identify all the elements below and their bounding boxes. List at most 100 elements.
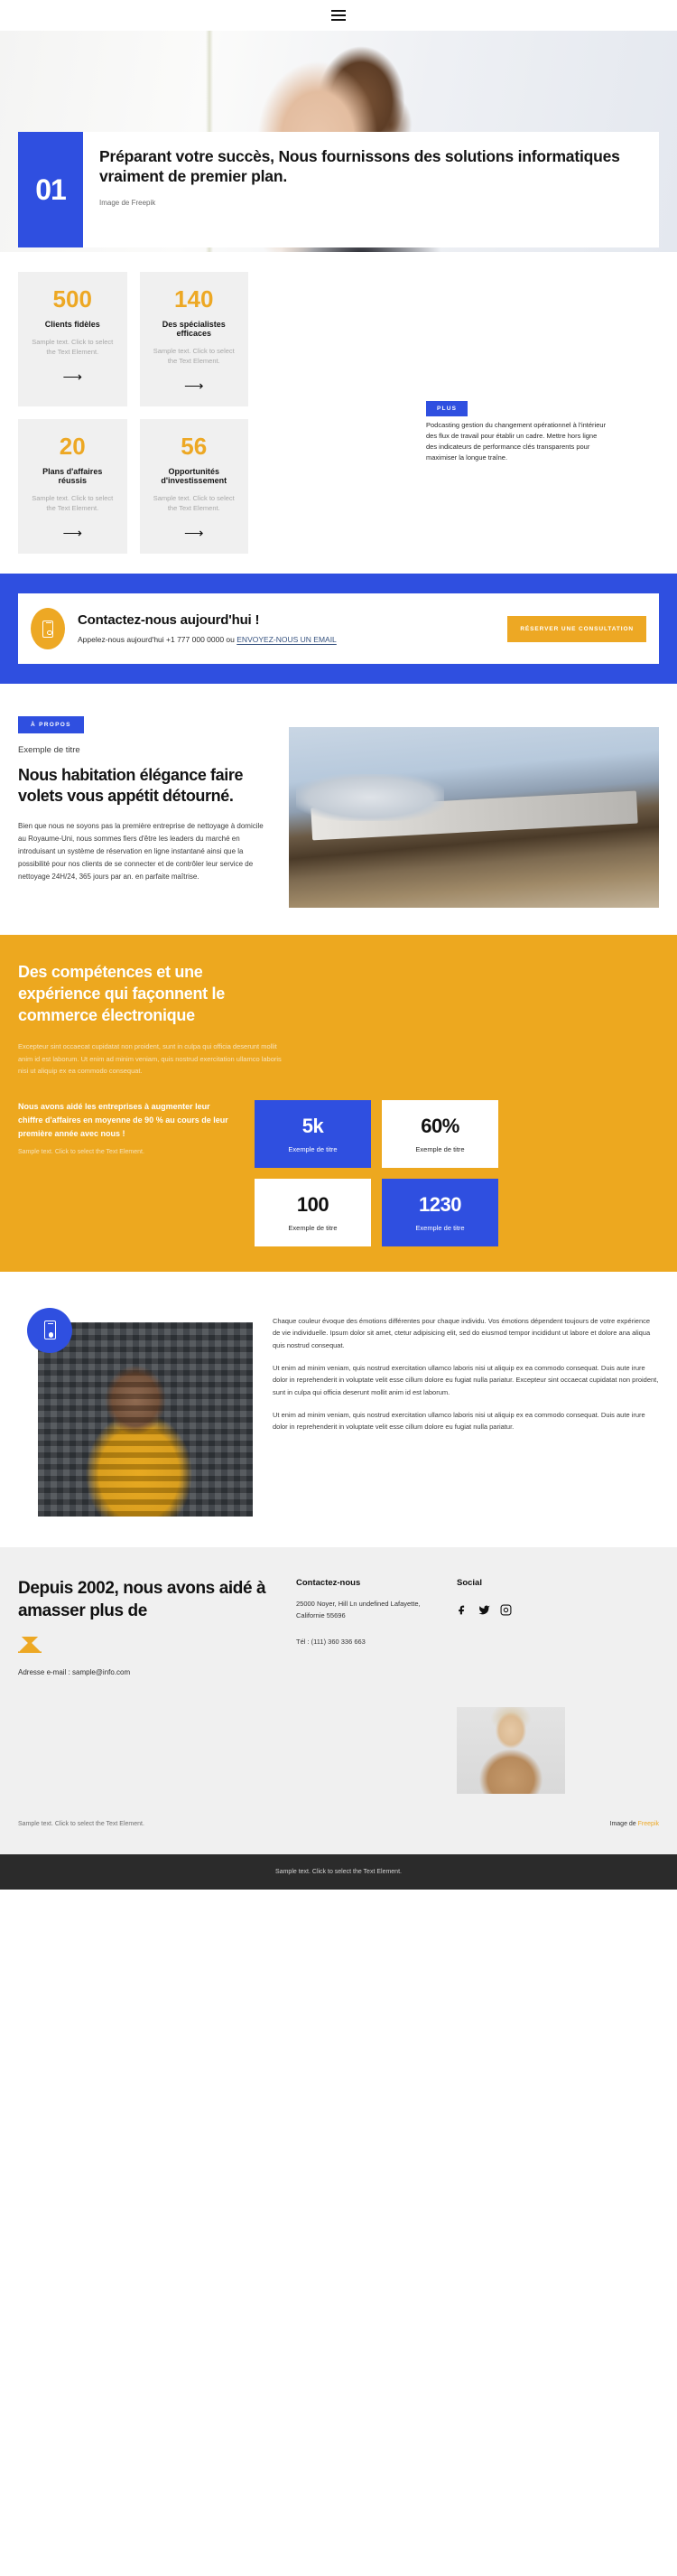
contact-title: Contactez-nous aujourd'hui ! [78,611,260,628]
stat-description: Sample text. Click to select the Text El… [32,337,114,356]
stat-description: Sample text. Click to select the Text El… [153,493,235,512]
footer-title: Depuis 2002, nous avons aidé à amasser p… [18,1578,266,1620]
contact-text-block: Contactez-nous aujourd'hui ! Appelez-nou… [78,612,495,646]
bottom-bar: Sample text. Click to select the Text El… [0,1853,677,1890]
stat-card[interactable]: 140 Des spécialistes efficaces Sample te… [139,272,248,407]
footer-image-credit-prefix: Image de [609,1820,638,1827]
article-paragraph: Chaque couleur évoque des émotions diffé… [273,1316,651,1349]
stat-description: Sample text. Click to select the Text El… [153,346,235,365]
contact-card: Contactez-nous aujourd'hui ! Appelez-nou… [18,593,659,665]
kpi-number: 5k [301,1114,324,1137]
stat-card[interactable]: 56 Opportunités d'investissement Sample … [139,419,248,555]
footer-contact-column: Contactez-nous 25000 Noyer, Hill Ln unde… [296,1578,441,1794]
kpi-number: 1230 [419,1192,461,1216]
kpi-grid: 5k Exemple de titre 60% Exemple de titre… [255,1099,498,1246]
contact-phone-text: Appelez-nous aujourd'hui +1 777 000 0000… [78,634,237,644]
stat-description: Sample text. Click to select the Text El… [32,493,114,512]
hamburger-menu-icon[interactable] [331,7,346,23]
skills-lower-row: Nous avons aidé les entreprises à augmen… [18,1099,659,1246]
stats-section: 500 Clients fidèles Sample text. Click t… [0,252,677,561]
instagram-icon[interactable] [500,1604,512,1620]
kpi-label: Exemple de titre [415,1223,465,1232]
kpi-card[interactable]: 60% Exemple de titre [382,1099,498,1168]
hero-number-badge: 01 [18,132,83,247]
about-badge[interactable]: À PROPOS [18,716,84,734]
about-text-column: À PROPOS Exemple de titre Nous habitatio… [18,714,269,908]
contact-band: Contactez-nous aujourd'hui ! Appelez-nou… [0,574,677,685]
plus-badge[interactable]: PLUS [426,401,468,416]
footer-address: 25000 Noyer, Hill Ln undefined Lafayette… [296,1599,421,1619]
stat-label: Plans d'affaires réussis [42,466,103,485]
freepik-link[interactable]: Freepik [638,1821,659,1827]
top-navigation-bar [0,0,677,31]
footer-bottom-rows: Sample text. Click to select the Text El… [0,1820,677,1854]
plus-text: Podcasting gestion du changement opérati… [426,421,607,462]
hero-section: 01 Préparant votre succès, Nous fourniss… [0,31,677,252]
stat-card[interactable]: 20 Plans d'affaires réussis Sample text.… [18,419,127,555]
article-photo-column [18,1302,253,1517]
hero-text-block: Préparant votre succès, Nous fournissons… [83,132,659,247]
kpi-card[interactable]: 100 Exemple de titre [255,1178,371,1246]
footer-section: Depuis 2002, nous avons aidé à amasser p… [0,1546,677,1821]
kpi-number: 60% [421,1114,459,1137]
article-photo [38,1321,253,1517]
stat-number: 500 [52,285,92,313]
contact-subtitle: Appelez-nous aujourd'hui +1 777 000 0000… [78,634,495,646]
footer-contact-heading: Contactez-nous [296,1577,361,1588]
footer-telephone: Tél : (111) 360 336 663 [296,1638,366,1647]
about-body: Bien que nous ne soyons pas la première … [18,821,264,881]
stat-number: 140 [174,285,214,313]
landing-page: 01 Préparant votre succès, Nous fourniss… [0,0,677,1890]
footer-social-column: Social [457,1578,592,1794]
kpi-label: Exemple de titre [288,1144,338,1153]
facebook-icon[interactable] [457,1604,468,1620]
stat-card[interactable]: 500 Clients fidèles Sample text. Click t… [18,272,127,407]
stat-number: 20 [59,433,86,461]
hero-image-credit: Image de Freepik [99,199,156,208]
stat-number: 56 [181,433,208,461]
kpi-label: Exemple de titre [415,1144,465,1153]
about-photo [289,727,659,909]
skills-body: Excepteur sint occaecat cupidatat non pr… [18,1042,282,1075]
about-eyebrow: Exemple de titre [18,745,80,756]
mobile-phone-icon [27,1307,72,1353]
article-text-column: Chaque couleur évoque des émotions diffé… [273,1302,659,1517]
stat-label: Clients fidèles [44,319,100,329]
footer-sample-note: Sample text. Click to select the Text El… [18,1820,144,1827]
stat-label: Des spécialistes efficaces [162,319,226,338]
kpi-number: 100 [296,1192,329,1216]
skills-pitch-title: Nous avons aidé les entreprises à augmen… [18,1101,228,1138]
hero-card: 01 Préparant votre succès, Nous fourniss… [18,132,659,247]
article-paragraph: Ut enim ad minim veniam, quis nostrud ex… [273,1410,645,1432]
footer-photo [457,1706,565,1794]
social-icons-row [457,1604,592,1620]
twitter-icon[interactable] [478,1604,490,1620]
kpi-label: Exemple de titre [288,1223,338,1232]
skills-pitch: Nous avons aidé les entreprises à augmen… [18,1100,235,1156]
about-title: Nous habitation élégance faire volets vo… [18,766,244,805]
stats-grid: 500 Clients fidèles Sample text. Click t… [18,272,248,555]
footer-main-column: Depuis 2002, nous avons aidé à amasser p… [18,1578,280,1794]
article-section: Chaque couleur évoque des émotions diffé… [0,1272,677,1547]
footer-social-heading: Social [457,1577,482,1588]
arrow-right-icon[interactable]: ⟶ [29,525,116,541]
email-link[interactable]: ENVOYEZ-NOUS UN EMAIL [236,635,337,644]
plus-info-block: PLUS Podcasting gestion du changement op… [426,398,607,464]
mobile-phone-icon [31,608,65,650]
footer-image-credit: Image de Freepik [609,1820,659,1827]
kpi-card[interactable]: 1230 Exemple de titre [382,1178,498,1246]
skills-section: Des compétences et une expérience qui fa… [0,935,677,1272]
kpi-card[interactable]: 5k Exemple de titre [255,1099,371,1168]
article-paragraph: Ut enim ad minim veniam, quis nostrud ex… [273,1363,659,1396]
skills-pitch-sub: Sample text. Click to select the Text El… [18,1149,144,1156]
hero-title: Préparant votre succès, Nous fournissons… [99,147,620,186]
arrow-right-icon[interactable]: ⟶ [29,369,116,385]
envelope-icon [18,1637,42,1654]
skills-title: Des compétences et une expérience qui fa… [18,963,225,1024]
footer-email-label: Adresse e-mail : sample@info.com [18,1668,131,1677]
book-consultation-button[interactable]: RÉSERVER UNE CONSULTATION [507,615,646,642]
about-section: À PROPOS Exemple de titre Nous habitatio… [0,684,677,935]
stat-label: Opportunités d'investissement [161,466,227,485]
arrow-right-icon[interactable]: ⟶ [151,378,238,394]
arrow-right-icon[interactable]: ⟶ [151,525,238,541]
